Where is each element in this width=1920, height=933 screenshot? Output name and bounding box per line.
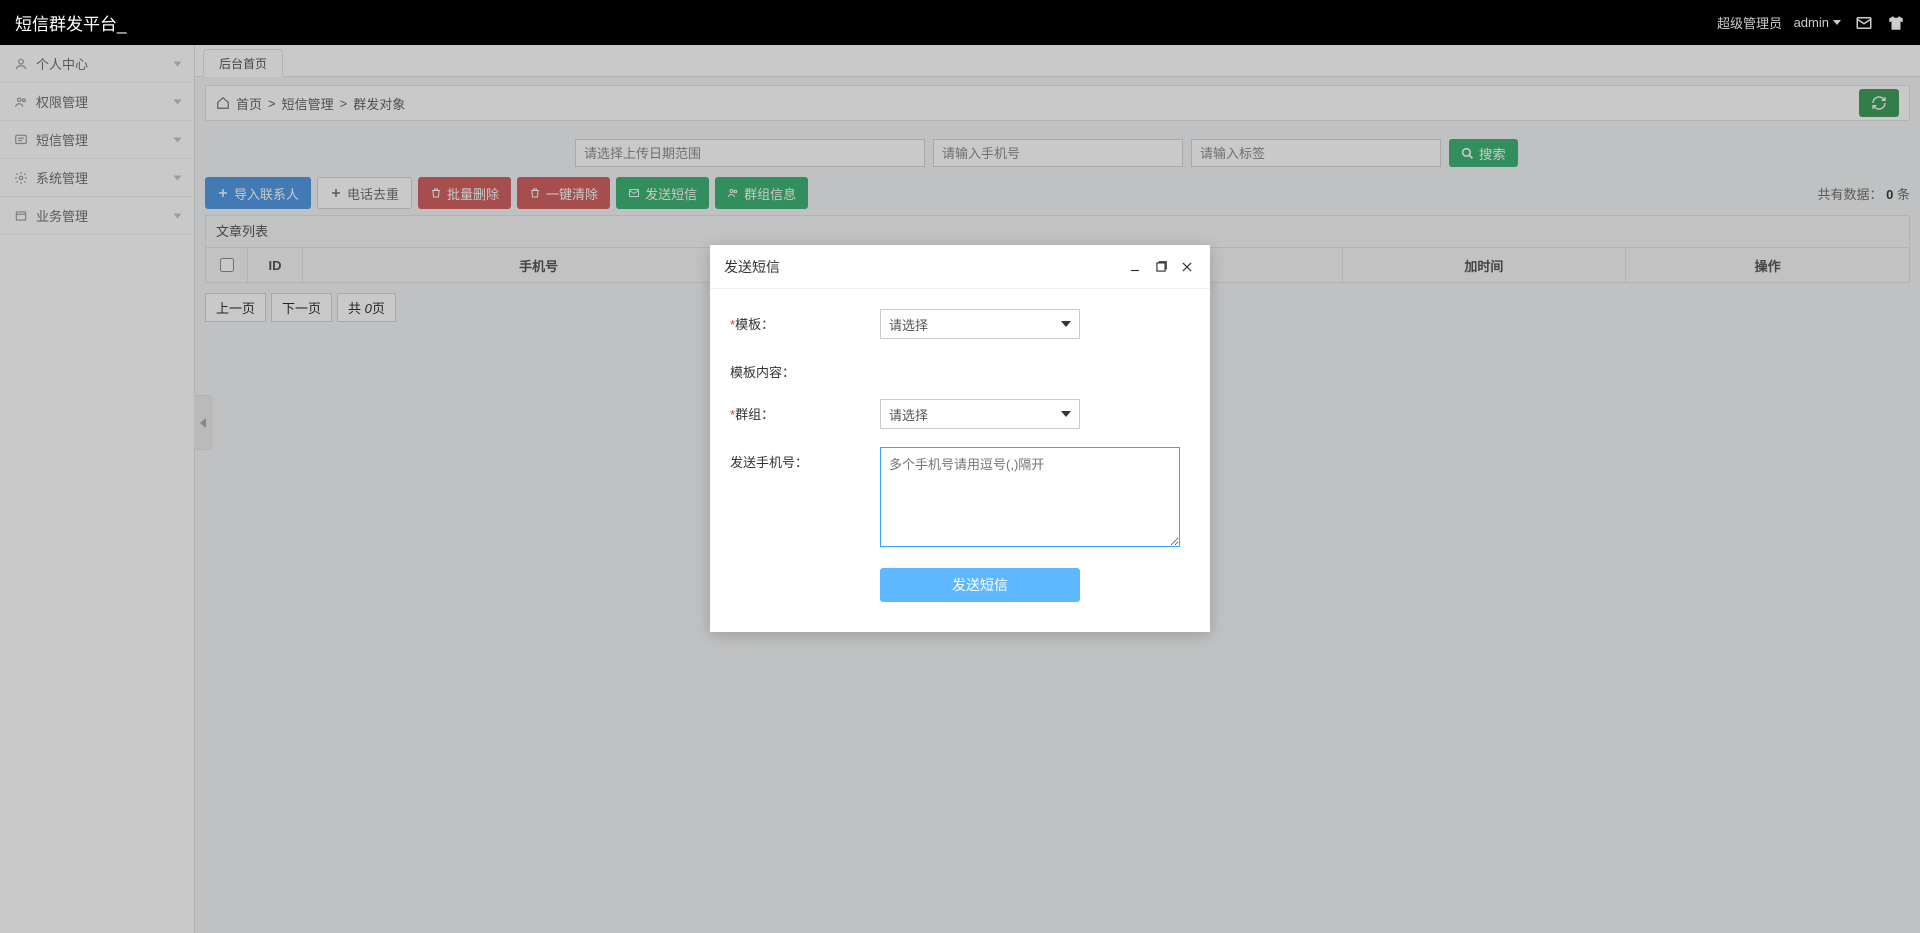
group-label: *群组： <box>730 399 880 423</box>
template-label: *模板： <box>730 309 880 333</box>
mail-icon[interactable] <box>1855 14 1873 32</box>
caret-down-icon <box>1833 20 1841 25</box>
submit-send-button[interactable]: 发送短信 <box>880 568 1080 602</box>
phone-label: 发送手机号： <box>730 447 880 471</box>
caret-down-icon <box>1061 411 1071 417</box>
top-bar: 短信群发平台_ 超级管理员 admin <box>0 0 1920 45</box>
send-sms-modal: 发送短信 *模板： 请选择 模板内容： <box>710 245 1210 632</box>
modal-controls <box>1126 258 1196 276</box>
user-role: 超级管理员 <box>1717 13 1782 32</box>
modal-header: 发送短信 <box>710 245 1210 289</box>
close-button[interactable] <box>1178 258 1196 276</box>
app-title: 短信群发平台_ <box>15 10 126 35</box>
user-name: admin <box>1794 15 1829 30</box>
form-row-phone: 发送手机号： <box>730 447 1190 550</box>
phone-textarea[interactable] <box>880 447 1180 547</box>
maximize-button[interactable] <box>1152 258 1170 276</box>
form-row-group: *群组： 请选择 <box>730 399 1190 429</box>
caret-down-icon <box>1061 321 1071 327</box>
user-dropdown[interactable]: 超级管理员 admin <box>1717 13 1841 32</box>
modal-body: *模板： 请选择 模板内容： *群组： 请选择 <box>710 289 1210 632</box>
modal-mask: 发送短信 *模板： 请选择 模板内容： <box>0 45 1920 933</box>
template-select[interactable]: 请选择 <box>880 309 1080 339</box>
top-right: 超级管理员 admin <box>1717 13 1905 32</box>
group-select[interactable]: 请选择 <box>880 399 1080 429</box>
content-label: 模板内容： <box>730 357 880 381</box>
skin-icon[interactable] <box>1887 14 1905 32</box>
form-row-template: *模板： 请选择 <box>730 309 1190 339</box>
form-row-content: 模板内容： <box>730 357 1190 381</box>
minimize-button[interactable] <box>1126 258 1144 276</box>
modal-title: 发送短信 <box>724 257 780 277</box>
